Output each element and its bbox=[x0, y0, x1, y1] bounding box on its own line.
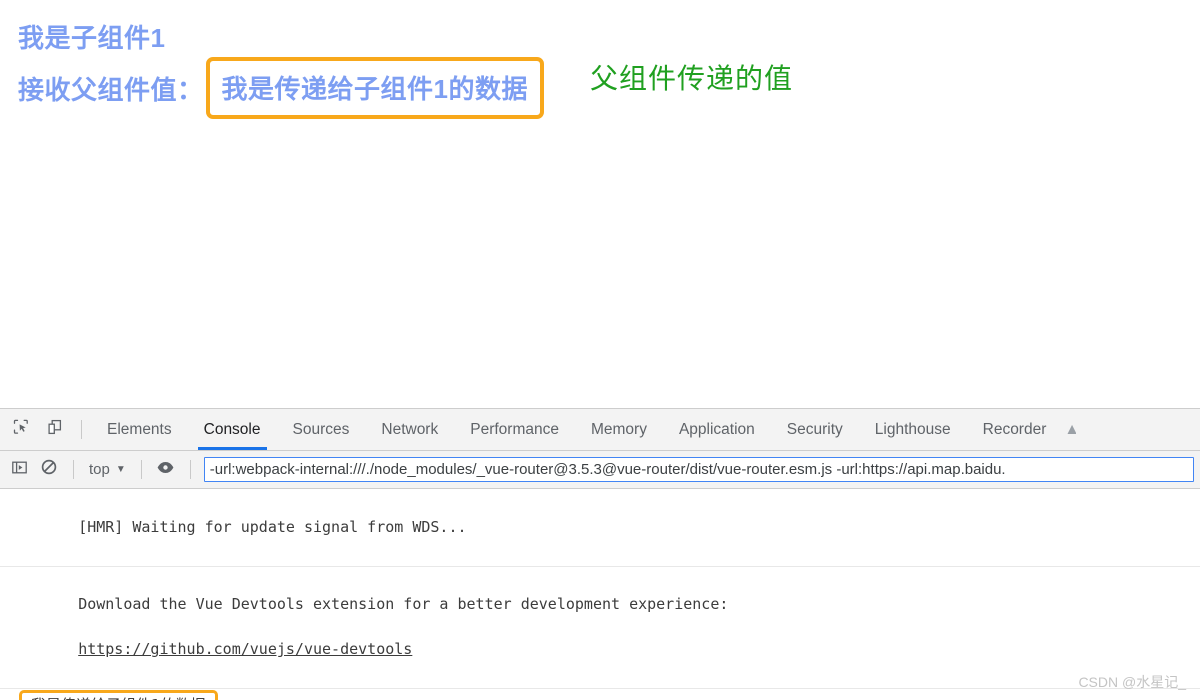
live-expression-button[interactable] bbox=[151, 457, 181, 483]
inspect-element-button[interactable] bbox=[4, 418, 38, 441]
console-message-list[interactable]: [HMR] Waiting for update signal from WDS… bbox=[0, 489, 1200, 700]
console-message-logged-prop: 我是传递给子组件1的数据 bbox=[0, 689, 1200, 700]
devtools-tab-list: Elements Console Sources Network Perform… bbox=[91, 409, 1200, 450]
tab-recorder[interactable]: Recorder bbox=[967, 409, 1063, 450]
tab-application[interactable]: Application bbox=[663, 409, 771, 450]
tab-label: Network bbox=[381, 420, 439, 438]
tab-performance[interactable]: Performance bbox=[454, 409, 575, 450]
tab-network[interactable]: Network bbox=[365, 409, 454, 450]
device-toolbar-button[interactable] bbox=[38, 418, 72, 441]
inspect-element-icon bbox=[12, 418, 30, 441]
tab-label: Lighthouse bbox=[874, 420, 951, 438]
console-context-selector[interactable]: top ▼ bbox=[83, 461, 132, 478]
console-toolbar-divider-1 bbox=[73, 460, 74, 479]
clear-console-button[interactable] bbox=[34, 457, 64, 483]
rendered-page-area: 我是子组件1 接收父组件值： 我是传递给子组件1的数据 父组件传递的值 bbox=[0, 0, 1200, 408]
tab-label: Memory bbox=[590, 420, 647, 438]
console-toolbar-divider-2 bbox=[140, 460, 142, 479]
tab-sources[interactable]: Sources bbox=[277, 409, 366, 450]
child-prop-row: 接收父组件值： 我是传递给子组件1的数据 bbox=[18, 57, 544, 119]
devtools-toolbar-icons bbox=[0, 409, 91, 450]
console-toolbar-divider-3 bbox=[189, 460, 191, 479]
console-context-label: top bbox=[89, 461, 110, 478]
tab-label: Application bbox=[678, 420, 755, 438]
console-message-text: [HMR] Waiting for update signal from WDS… bbox=[78, 517, 467, 536]
console-message-text: Download the Vue Devtools extension for … bbox=[78, 595, 729, 613]
console-message-hmr: [HMR] Waiting for update signal from WDS… bbox=[0, 489, 1200, 567]
device-toolbar-icon bbox=[46, 418, 64, 441]
child-prop-value: 我是传递给子组件1的数据 bbox=[221, 74, 528, 104]
console-message-vue-devtools: Download the Vue Devtools extension for … bbox=[0, 567, 1200, 689]
console-sidebar-icon bbox=[11, 459, 28, 481]
console-toolbar: top ▼ bbox=[0, 451, 1200, 489]
green-annotation-note: 父组件传递的值 bbox=[590, 63, 794, 94]
child-component-title: 我是子组件1 bbox=[18, 23, 166, 53]
tab-label: Elements bbox=[107, 420, 172, 438]
tab-security[interactable]: Security bbox=[771, 409, 859, 450]
vue-devtools-link[interactable]: https://github.com/vuejs/vue-devtools bbox=[78, 640, 412, 658]
console-filter-input[interactable] bbox=[203, 457, 1194, 482]
tab-console[interactable]: Console bbox=[188, 409, 277, 450]
console-sidebar-button[interactable] bbox=[4, 457, 34, 483]
tab-elements[interactable]: Elements bbox=[91, 409, 188, 450]
tab-lighthouse[interactable]: Lighthouse bbox=[859, 409, 967, 450]
tab-label: Console bbox=[203, 420, 261, 438]
toolbar-divider bbox=[81, 420, 82, 439]
child-prop-label: 接收父组件值： bbox=[18, 75, 204, 105]
tab-overflow-indicator[interactable]: ▲ bbox=[1062, 409, 1076, 450]
logged-value-annotation-box: 我是传递给子组件1的数据 bbox=[19, 690, 218, 700]
clear-console-icon bbox=[40, 458, 58, 481]
devtools-tabstrip: Elements Console Sources Network Perform… bbox=[0, 409, 1200, 451]
csdn-watermark: CSDN @水星记_ bbox=[1078, 674, 1186, 690]
tab-label: Security bbox=[786, 420, 843, 438]
prop-value-annotation-box: 我是传递给子组件1的数据 bbox=[205, 57, 544, 119]
tab-memory[interactable]: Memory bbox=[575, 409, 663, 450]
tab-label: Performance bbox=[470, 420, 559, 438]
devtools-panel: Elements Console Sources Network Perform… bbox=[0, 408, 1200, 700]
chevron-down-icon: ▼ bbox=[115, 463, 126, 475]
live-expression-eye-icon bbox=[156, 458, 175, 482]
tab-label: Recorder bbox=[982, 420, 1047, 438]
tab-label: Sources bbox=[292, 420, 350, 438]
